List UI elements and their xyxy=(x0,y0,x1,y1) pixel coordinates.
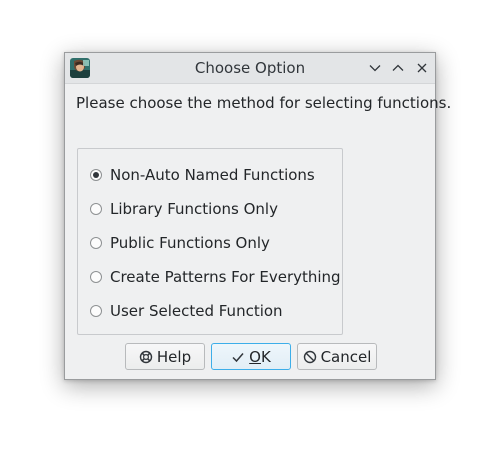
ok-label-mnemonic: O xyxy=(249,347,261,366)
chevron-down-icon xyxy=(369,65,381,72)
radio-button[interactable] xyxy=(90,169,102,181)
cancel-label: Cancel xyxy=(320,347,372,366)
help-button[interactable]: Help xyxy=(125,343,205,370)
cancel-button[interactable]: Cancel xyxy=(297,343,377,370)
checkmark-icon xyxy=(231,350,245,364)
prompt-text: Please choose the method for selecting f… xyxy=(76,94,452,112)
help-label: Help xyxy=(156,347,192,366)
close-button[interactable] xyxy=(413,59,431,77)
radio-checked-indicator xyxy=(93,172,99,178)
option-label: User Selected Function xyxy=(110,302,283,320)
radio-button[interactable] xyxy=(90,237,102,249)
option-label: Library Functions Only xyxy=(110,200,278,218)
option-public-functions-only[interactable]: Public Functions Only xyxy=(90,232,270,254)
radio-button[interactable] xyxy=(90,271,102,283)
minimize-button[interactable] xyxy=(366,59,384,77)
option-create-patterns-for-everything[interactable]: Create Patterns For Everything xyxy=(90,266,341,288)
cancel-circle-slash-icon xyxy=(303,350,317,364)
help-lifebuoy-icon xyxy=(139,350,153,364)
ok-button[interactable]: OK xyxy=(211,343,291,370)
option-label: Public Functions Only xyxy=(110,234,270,252)
option-user-selected-function[interactable]: User Selected Function xyxy=(90,300,283,322)
title-bar[interactable]: Choose Option xyxy=(65,53,435,84)
chevron-up-icon xyxy=(392,64,404,71)
ok-label: OK xyxy=(249,348,271,366)
option-label: Non-Auto Named Functions xyxy=(110,166,315,184)
ok-label-rest: K xyxy=(260,347,271,366)
choose-option-dialog: Choose Option Please choose the method f… xyxy=(64,52,451,380)
close-icon xyxy=(417,63,427,73)
options-group: Non-Auto Named Functions Library Functio… xyxy=(77,148,343,335)
option-non-auto-named-functions[interactable]: Non-Auto Named Functions xyxy=(90,164,315,186)
radio-button[interactable] xyxy=(90,203,102,215)
maximize-button[interactable] xyxy=(389,59,407,77)
option-library-functions-only[interactable]: Library Functions Only xyxy=(90,198,278,220)
option-label: Create Patterns For Everything xyxy=(110,268,341,286)
radio-button[interactable] xyxy=(90,305,102,317)
